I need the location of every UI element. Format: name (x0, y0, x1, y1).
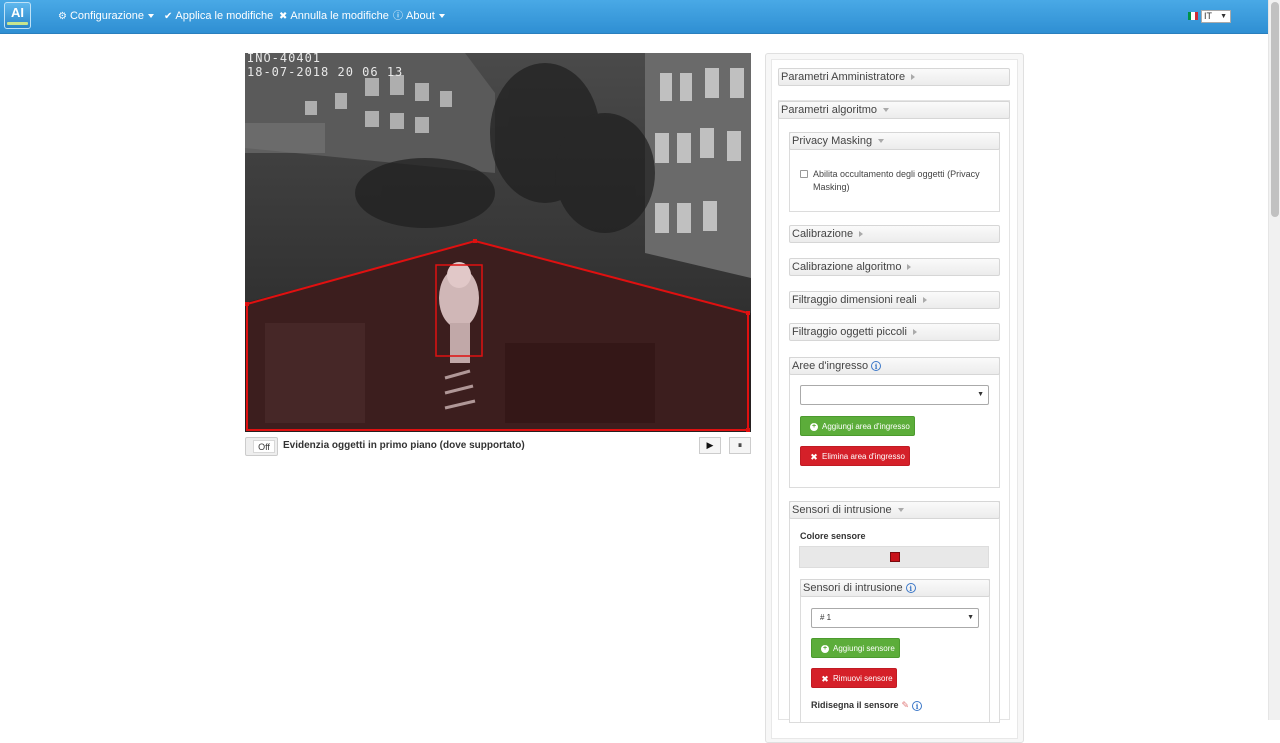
section-privacy-masking[interactable]: Privacy Masking (789, 132, 1000, 150)
sensor-color-picker[interactable] (799, 546, 989, 568)
section-filtraggio-dimensioni[interactable]: Filtraggio dimensioni reali (789, 291, 1000, 309)
chevron-right-icon (907, 264, 912, 271)
menu-about[interactable]: ⓘ About (393, 0, 445, 34)
chevron-down-icon: ▼ (967, 614, 974, 621)
info-icon[interactable]: i (905, 583, 916, 594)
close-icon: ✖ (821, 673, 829, 684)
italy-flag-icon (1188, 12, 1198, 20)
privacy-masking-checkbox[interactable] (800, 170, 808, 178)
redraw-sensor-label: Ridisegna il sensore ✎ i (811, 700, 923, 711)
language-select[interactable]: IT ▼ (1201, 10, 1231, 23)
section-parametri-amministratore[interactable]: Parametri Amministratore (778, 68, 1010, 86)
sensor-select[interactable]: # 1 ▼ (811, 608, 979, 628)
scrollbar-thumb[interactable] (1271, 2, 1279, 217)
sensor-color-label: Colore sensore (800, 531, 866, 541)
chevron-down-icon (878, 139, 885, 144)
chevron-down-icon (147, 14, 154, 19)
play-button[interactable]: ▶ (699, 437, 721, 454)
pencil-icon[interactable]: ✎ (902, 700, 910, 711)
chevron-right-icon (922, 297, 927, 304)
highlight-label: Evidenzia oggetti in primo piano (dove s… (283, 440, 525, 451)
close-icon: ✖ (810, 451, 818, 462)
section-calibrazione-algoritmo[interactable]: Calibrazione algoritmo (789, 258, 1000, 276)
privacy-masking-label: Abilita occultamento degli oggetti (Priv… (813, 169, 980, 192)
add-sensor-button[interactable]: + Aggiungi sensore (811, 638, 900, 658)
chevron-right-icon (911, 74, 916, 81)
pause-button[interactable]: ⏸ (729, 437, 751, 454)
play-icon: ▶ (706, 440, 714, 450)
info-icon[interactable]: i (871, 361, 882, 372)
delete-area-button[interactable]: ✖ Elimina area d'ingresso (800, 446, 910, 466)
section-filtraggio-oggetti-piccoli[interactable]: Filtraggio oggetti piccoli (789, 323, 1000, 341)
page-scrollbar[interactable] (1268, 0, 1280, 720)
chevron-down-icon (882, 108, 889, 113)
times-icon: ✖ (279, 11, 288, 22)
menu-applica-modifiche[interactable]: ✔ Applica le modifiche (164, 0, 273, 34)
check-icon: ✔ (164, 11, 173, 22)
plus-circle-icon: + (810, 422, 818, 431)
section-parametri-algoritmo[interactable]: Parametri algoritmo (778, 101, 1010, 119)
section-calibrazione[interactable]: Calibrazione (789, 225, 1000, 243)
section-aree-ingresso[interactable]: Aree d'ingresso i (789, 357, 1000, 375)
add-area-button[interactable]: + Aggiungi area d'ingresso (800, 416, 915, 436)
sensor-color-swatch[interactable] (890, 552, 900, 562)
pause-icon: ⏸ (737, 440, 743, 450)
info-circle-icon: ⓘ (393, 11, 403, 22)
chevron-down-icon: ▼ (977, 391, 984, 398)
chevron-right-icon (859, 231, 864, 238)
chevron-down-icon (897, 508, 904, 513)
highlight-toggle[interactable]: Off (245, 437, 278, 456)
video-scene (245, 53, 751, 432)
remove-sensor-button[interactable]: ✖ Rimuovi sensore (811, 668, 897, 688)
app-logo[interactable]: AI (4, 2, 31, 29)
video-feed[interactable]: INO-40401 18-07-2018 20 06 13 (245, 53, 751, 432)
section-sensori-intrusione[interactable]: Sensori di intrusione (789, 501, 1000, 519)
plus-circle-icon: + (821, 644, 829, 653)
chevron-down-icon: ▼ (1220, 13, 1227, 20)
video-camera-id: INO-40401 (247, 53, 322, 65)
chevron-down-icon (438, 14, 445, 19)
chevron-right-icon (912, 329, 917, 336)
gear-icon: ⚙ (58, 11, 67, 22)
video-timestamp: 18-07-2018 20 06 13 (247, 65, 404, 79)
menu-annulla-modifiche[interactable]: ✖ Annulla le modifiche (279, 0, 389, 34)
info-icon[interactable]: i (912, 700, 923, 711)
menu-configurazione[interactable]: ⚙ Configurazione (58, 0, 154, 34)
section-sensori-sub[interactable]: Sensori di intrusione i (800, 579, 990, 597)
top-navbar: AI ⚙ Configurazione ✔ Applica le modifiche… (0, 0, 1268, 34)
aree-ingresso-select[interactable]: ▼ (800, 385, 989, 405)
